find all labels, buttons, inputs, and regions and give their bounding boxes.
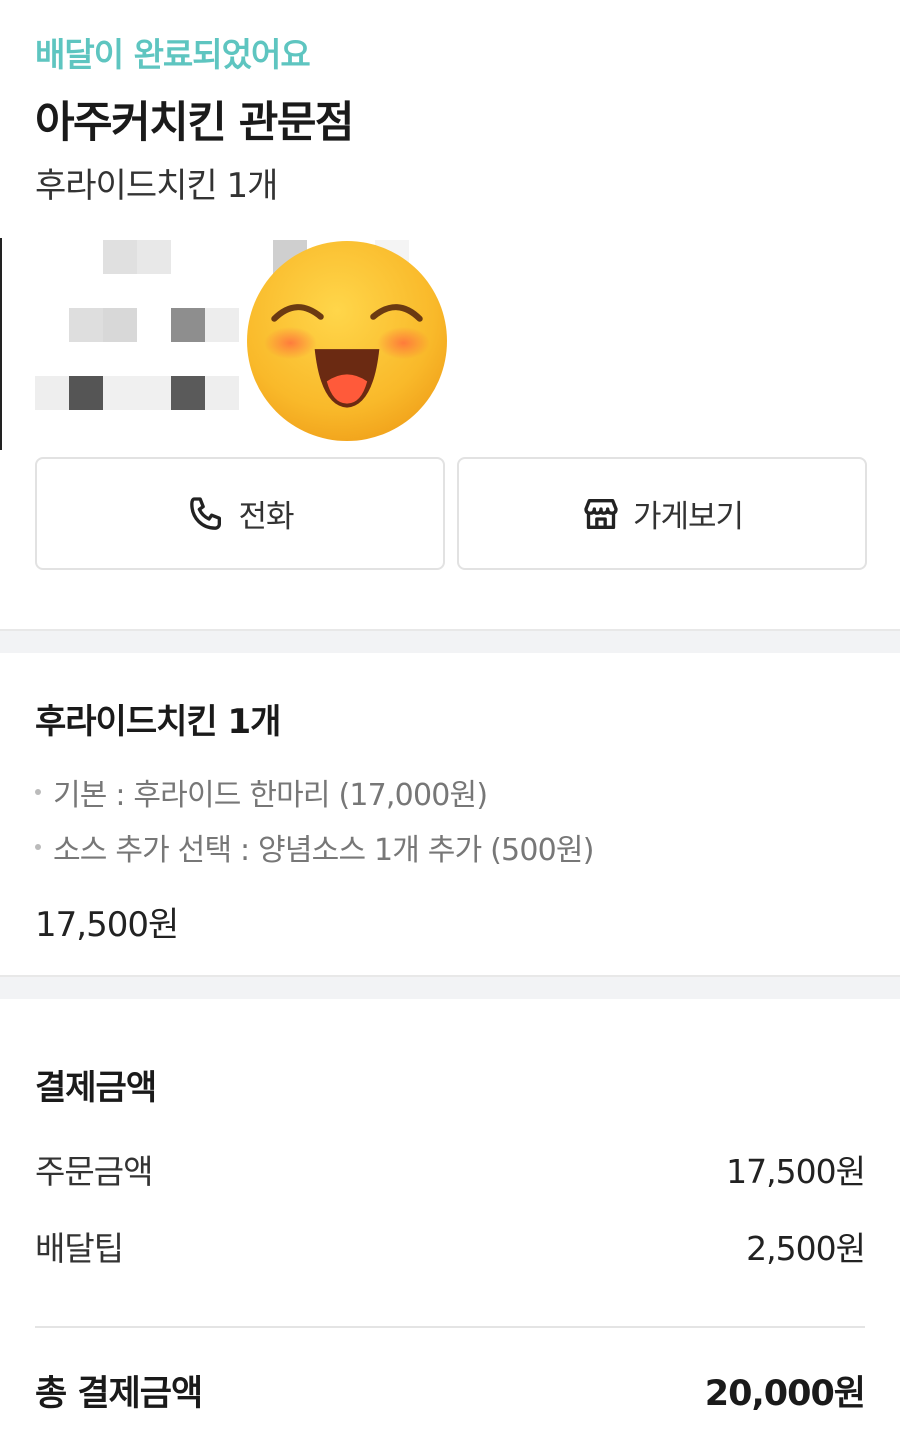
view-store-button[interactable]: 가게보기 [457,457,867,570]
total-payment-label: 총 결제금액 [35,1374,203,1414]
store-icon [581,494,621,534]
total-payment-value: 20,000원 [704,1374,866,1414]
bullet-dot [35,844,41,850]
order-option: 기본 : 후라이드 한마리 (17,000원) [35,770,488,814]
call-label: 전화 [238,499,294,535]
order-item-price: 17,500원 [35,905,179,945]
payment-title: 결제금액 [35,1068,157,1108]
store-name: 아주커치킨 관문점 [35,98,354,148]
order-option-text: 기본 : 후라이드 한마리 (17,000원) [53,778,488,813]
total-divider [35,1326,865,1328]
smiling-face-icon [247,241,447,441]
section-divider [0,629,900,653]
delivery-tip-label: 배달팁 [35,1229,124,1268]
view-store-label: 가게보기 [632,499,744,535]
order-item-title: 후라이드치킨 1개 [35,702,281,742]
order-summary: 후라이드치킨 1개 [35,166,278,206]
bullet-dot [35,789,41,795]
order-option: 소스 추가 선택 : 양념소스 1개 추가 (500원) [35,825,594,869]
delivery-status: 배달이 완료되었어요 [35,35,311,74]
edge-line [0,238,2,450]
delivery-tip-value: 2,500원 [746,1229,866,1268]
order-amount-label: 주문금액 [35,1152,153,1191]
phone-icon [186,494,226,534]
order-option-text: 소스 추가 선택 : 양념소스 1개 추가 (500원) [53,833,594,868]
section-divider [0,975,900,999]
order-amount-value: 17,500원 [726,1152,866,1191]
call-button[interactable]: 전화 [35,457,445,570]
